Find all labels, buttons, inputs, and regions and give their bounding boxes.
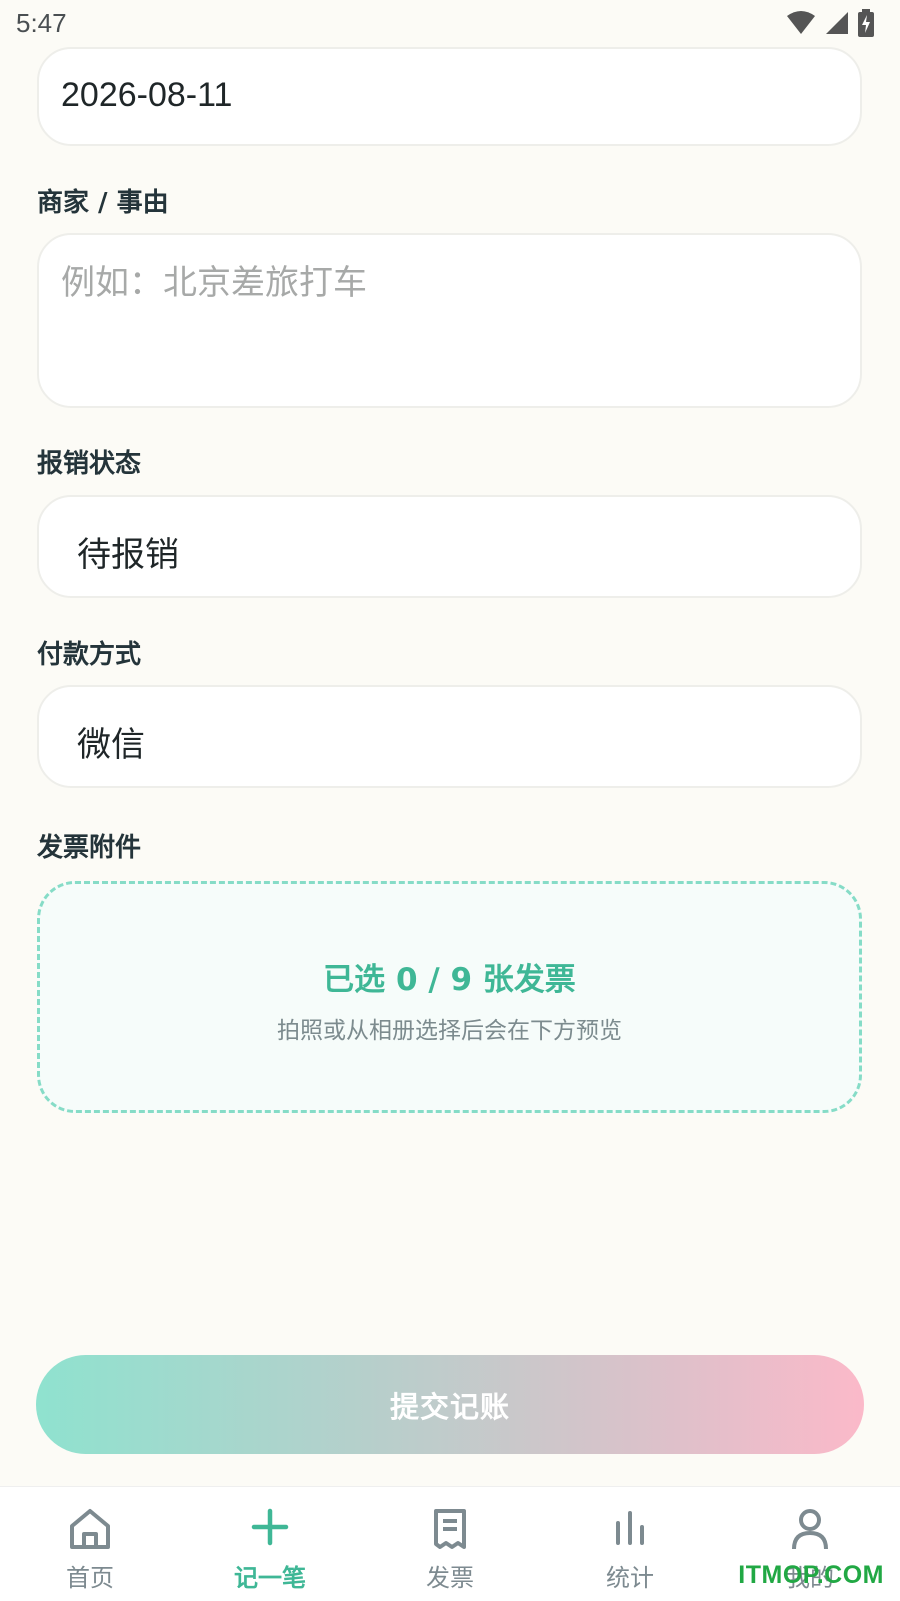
plus-icon <box>250 1507 290 1551</box>
reimburse-status-label: 报销状态 <box>37 449 142 479</box>
attachment-hint: 拍照或从相册选择后会在下方预览 <box>277 1018 622 1044</box>
payment-method-select[interactable]: 微信 <box>37 685 862 788</box>
receipt-icon <box>432 1507 468 1555</box>
payment-method-label: 付款方式 <box>37 640 142 670</box>
date-field[interactable]: 2026-08-11 <box>37 47 862 146</box>
reimburse-status-value: 待报销 <box>77 535 179 575</box>
tab-add-record-label: 记一笔 <box>234 1564 306 1592</box>
battery-charging-icon <box>858 9 874 37</box>
home-icon <box>67 1507 113 1555</box>
tab-stats-label: 统计 <box>606 1564 654 1592</box>
merchant-label: 商家 / 事由 <box>37 188 169 218</box>
wifi-icon <box>787 11 815 34</box>
submit-button[interactable]: 提交记账 <box>36 1355 864 1454</box>
signal-icon <box>826 12 848 34</box>
tab-home-label: 首页 <box>66 1564 114 1592</box>
attachment-label: 发票附件 <box>37 833 142 863</box>
tab-invoice[interactable]: 发票 <box>360 1487 540 1601</box>
status-bar: 5:47 <box>0 0 900 48</box>
tab-add-record[interactable]: 记一笔 <box>180 1487 360 1601</box>
tab-home[interactable]: 首页 <box>0 1487 180 1601</box>
invoice-upload-area[interactable]: 已选 0 / 9 张发票 拍照或从相册选择后会在下方预览 <box>37 881 862 1113</box>
status-icons <box>786 9 874 37</box>
watermark: ITMOP.COM <box>738 1561 884 1589</box>
bar-chart-icon <box>610 1507 650 1551</box>
date-value: 2026-08-11 <box>61 76 233 114</box>
tab-stats[interactable]: 统计 <box>540 1487 720 1601</box>
reimburse-status-select[interactable]: 待报销 <box>37 495 862 598</box>
merchant-textarea[interactable]: 例如：北京差旅打车 <box>37 233 862 408</box>
tab-invoice-label: 发票 <box>426 1564 474 1592</box>
user-icon <box>790 1507 830 1555</box>
status-time: 5:47 <box>16 8 67 38</box>
payment-method-value: 微信 <box>77 725 145 765</box>
attachment-count: 已选 0 / 9 张发票 <box>323 962 576 998</box>
merchant-placeholder: 例如：北京差旅打车 <box>61 263 367 303</box>
